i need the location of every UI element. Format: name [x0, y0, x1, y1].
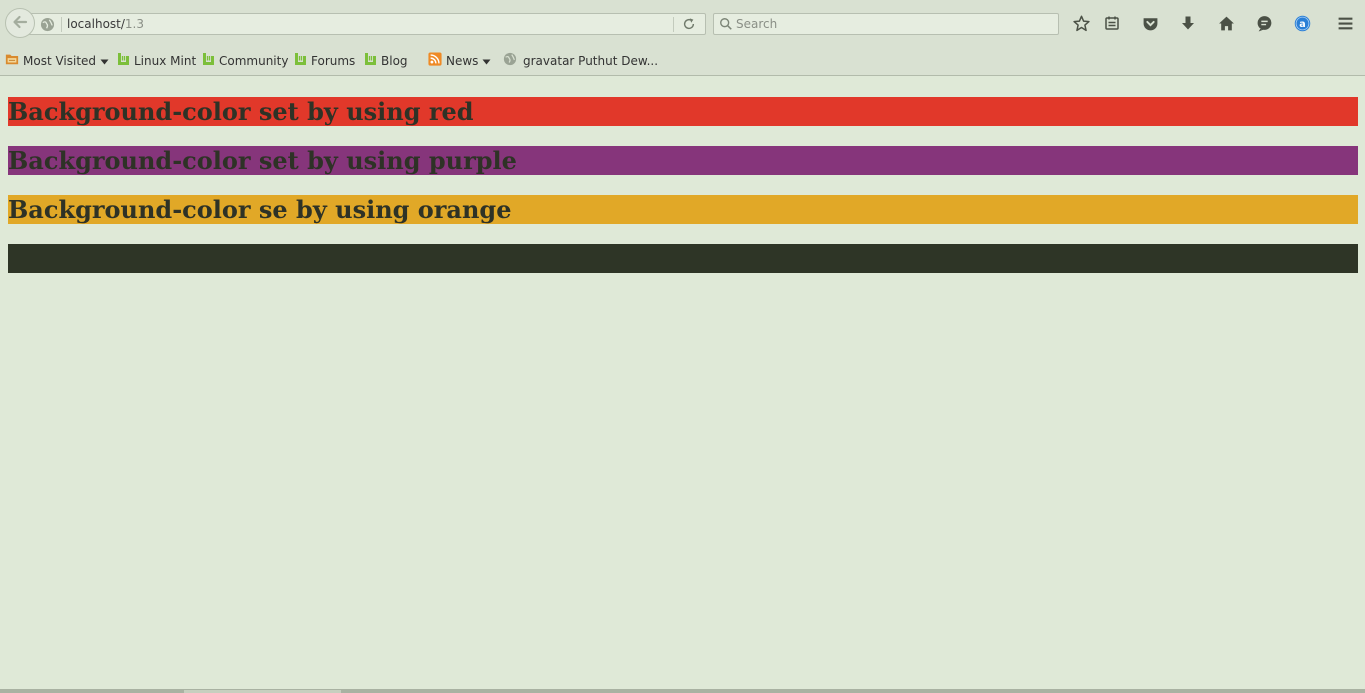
url-host: localhost/	[67, 17, 125, 31]
chevron-down-icon	[482, 54, 491, 68]
reload-separator	[673, 17, 674, 32]
reading-list-icon[interactable]	[1103, 14, 1121, 32]
menu-icon[interactable]	[1336, 14, 1354, 32]
bookmark-linux-mint[interactable]: Linux Mint	[117, 52, 196, 69]
bookmark-label: Most Visited	[23, 53, 97, 68]
svg-text:a: a	[1299, 19, 1305, 30]
bookmark-gravatar[interactable]: gravatar Puthut Dew...	[503, 52, 658, 69]
bookmark-label: News	[446, 53, 479, 68]
url-path: 1.3	[124, 17, 145, 31]
bookmark-community[interactable]: Community	[202, 52, 288, 69]
rss-icon	[428, 52, 442, 69]
reload-icon[interactable]	[682, 17, 696, 34]
mint-icon	[117, 52, 130, 69]
heading-red: Background-color set by using red	[8, 97, 1358, 126]
download-icon[interactable]	[1179, 14, 1197, 32]
heading-dark	[8, 244, 1358, 273]
chat-icon[interactable]	[1255, 14, 1273, 32]
mint-icon	[294, 52, 307, 69]
browser-toolbar: localhost/1.3 a	[0, 0, 1365, 45]
url-separator	[61, 17, 62, 32]
search-bar[interactable]	[713, 13, 1059, 35]
folder-icon	[5, 52, 19, 69]
bookmark-label: Forums	[311, 53, 356, 68]
globe-icon	[503, 52, 517, 69]
heading-orange: Background-color se by using orange	[8, 195, 1358, 224]
heading-purple: Background-color set by using purple	[8, 146, 1358, 175]
bookmark-label: Blog	[381, 53, 408, 68]
bookmark-star-icon[interactable]	[1072, 14, 1090, 32]
mint-icon	[364, 52, 377, 69]
bookmarks-toolbar: Most Visited Linux Mint Community Forums…	[0, 45, 1365, 76]
back-arrow-icon	[12, 14, 28, 33]
url-bar[interactable]: localhost/1.3	[28, 13, 706, 35]
chevron-down-icon	[100, 54, 109, 68]
search-input[interactable]	[736, 15, 1054, 33]
bookmark-most-visited[interactable]: Most Visited	[5, 52, 109, 69]
back-button[interactable]	[5, 8, 35, 38]
search-icon	[719, 17, 733, 34]
bookmark-blog[interactable]: Blog	[364, 52, 408, 69]
bookmark-label: gravatar Puthut Dew...	[523, 53, 659, 68]
bookmark-news[interactable]: News	[428, 52, 491, 69]
mint-icon	[202, 52, 215, 69]
page-content: Background-color set by using red Backgr…	[0, 77, 1365, 689]
account-icon[interactable]: a	[1293, 14, 1311, 32]
bookmark-forums[interactable]: Forums	[294, 52, 355, 69]
globe-icon	[40, 17, 55, 35]
pocket-icon[interactable]	[1141, 14, 1159, 32]
url-text[interactable]: localhost/1.3	[67, 17, 144, 31]
bookmark-label: Community	[219, 53, 289, 68]
bookmark-label: Linux Mint	[134, 53, 197, 68]
home-icon[interactable]	[1217, 14, 1235, 32]
